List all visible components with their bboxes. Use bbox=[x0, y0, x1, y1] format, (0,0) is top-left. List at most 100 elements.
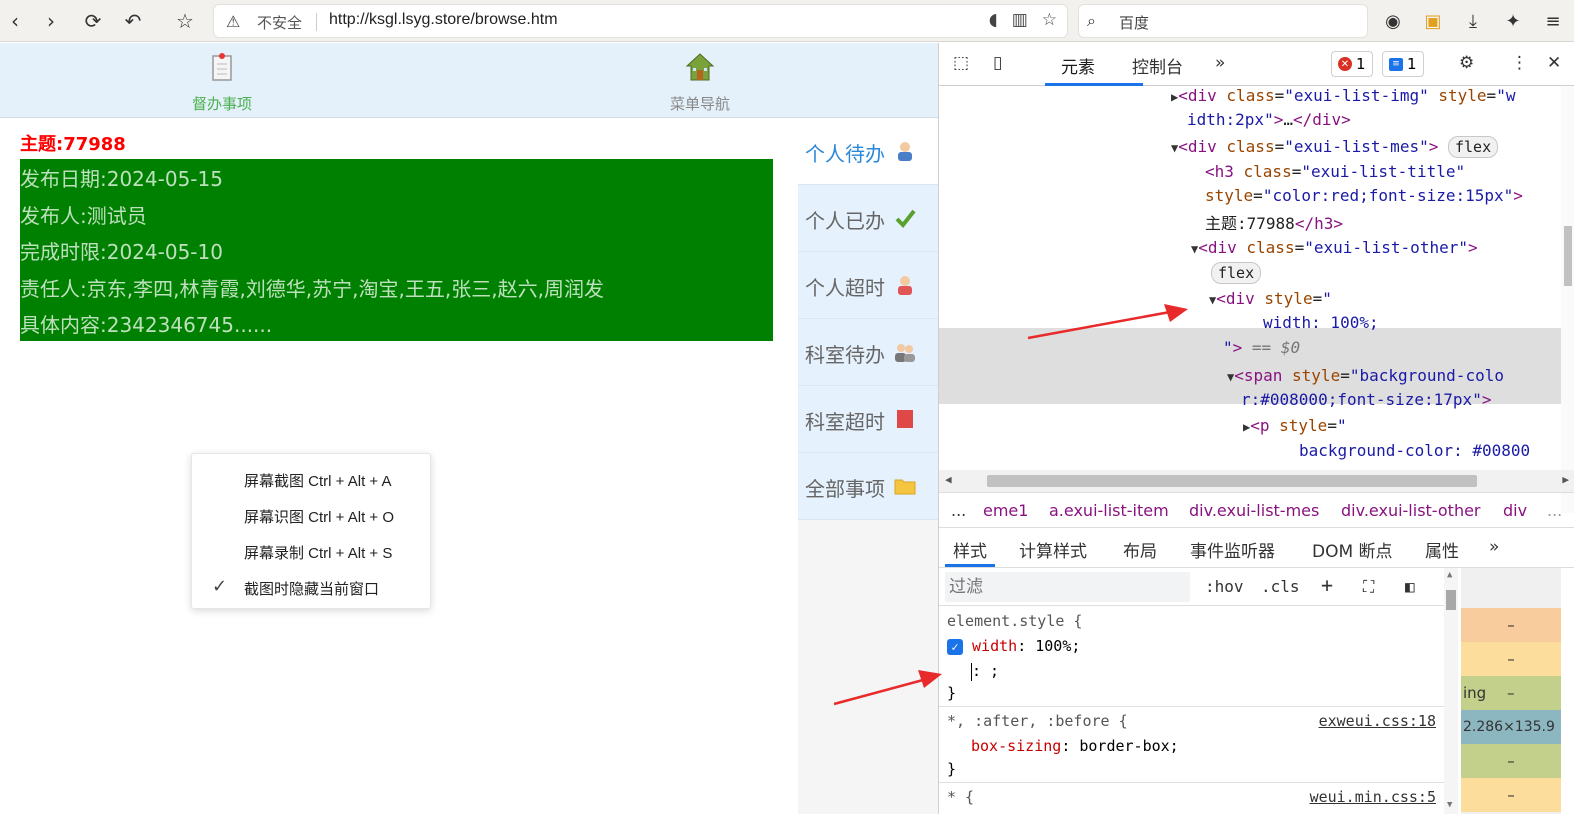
error-badge[interactable]: ✕ 1 bbox=[1331, 51, 1373, 77]
tab-styles[interactable]: 样式 bbox=[953, 537, 987, 562]
warning-icon: ⚠ bbox=[226, 12, 241, 31]
more-menu-icon[interactable]: ⋮ bbox=[1511, 53, 1528, 73]
ctx-item-screenshot[interactable]: 屏幕截图 Ctrl + Alt + A bbox=[192, 454, 432, 490]
side-item-label: 个人超时 bbox=[805, 276, 885, 300]
style-property-box-sizing[interactable]: box-sizing: border-box; bbox=[971, 737, 1179, 755]
dom-horizontal-scrollbar[interactable]: ◀ ▶ bbox=[939, 470, 1574, 492]
box-margin: – bbox=[1461, 608, 1561, 642]
tab-properties[interactable]: 属性 bbox=[1425, 537, 1459, 562]
error-icon: ✕ bbox=[1338, 57, 1352, 71]
breadcrumb-item[interactable]: div bbox=[1503, 501, 1527, 520]
check-icon: ✓ bbox=[212, 576, 228, 597]
forward-icon[interactable]: › bbox=[36, 6, 66, 36]
tab-console[interactable]: 控制台 bbox=[1132, 53, 1183, 78]
dom-vertical-scrollbar[interactable] bbox=[1561, 86, 1574, 513]
styles-scrollbar[interactable]: ▲ ▼ bbox=[1444, 568, 1458, 814]
favorite-add-icon[interactable]: ☆ bbox=[1042, 10, 1057, 30]
top-tab-bar: 督办事项 菜单导航 bbox=[0, 43, 938, 118]
checkbox-checked[interactable]: ✓ bbox=[947, 638, 963, 655]
reload-icon[interactable]: ⟳ bbox=[78, 6, 108, 36]
back-icon[interactable]: ‹ bbox=[0, 6, 30, 36]
more-tabs-icon[interactable]: » bbox=[1489, 537, 1499, 557]
tab-layout[interactable]: 布局 bbox=[1123, 537, 1157, 562]
dom-node-span[interactable]: ▼<span style="background-colo bbox=[1227, 366, 1504, 385]
browser-toolbar: ‹ › ⟳ ↶ ☆ ⚠ 不安全 http://ksgl.lsyg.store/b… bbox=[0, 0, 1574, 42]
tab-computed[interactable]: 计算样式 bbox=[1019, 537, 1087, 562]
hov-button[interactable]: :hov bbox=[1205, 577, 1244, 596]
inspect-icon[interactable]: ⬚ bbox=[953, 53, 969, 73]
paint-icon[interactable]: ⛶ bbox=[1363, 577, 1374, 597]
dom-node-list-other[interactable]: ▼<div class="exui-list-other"> bbox=[1191, 238, 1478, 257]
tab-menu-nav[interactable]: 菜单导航 bbox=[600, 43, 800, 118]
ctx-item-screen-record[interactable]: 屏幕录制 Ctrl + Alt + S bbox=[192, 526, 432, 562]
style-property-width[interactable]: ✓ width: 100%; bbox=[947, 637, 1080, 655]
camera-icon[interactable]: ◉ bbox=[1378, 6, 1408, 36]
side-item-dept-todo[interactable]: 科室待办 bbox=[798, 319, 938, 386]
search-input[interactable]: 百度 bbox=[1119, 12, 1149, 33]
menu-icon[interactable]: ≡ bbox=[1538, 6, 1568, 36]
dom-node-list-img[interactable]: ▶<div class="exui-list-img" style="w bbox=[1171, 86, 1515, 105]
dom-node-selected-end: "> == $0 bbox=[1223, 338, 1301, 357]
detail-deadline: 完成时限:2024-05-10 bbox=[20, 240, 223, 264]
collections-icon[interactable]: ▣ bbox=[1418, 6, 1448, 36]
ctx-label: 截图时隐藏当前窗口 bbox=[244, 581, 380, 598]
breadcrumb-item[interactable]: div.exui-list-other bbox=[1341, 501, 1481, 520]
style-edit-line[interactable]: : ; bbox=[971, 662, 999, 681]
more-tabs-icon[interactable]: » bbox=[1215, 53, 1225, 73]
breadcrumb-more[interactable]: ... bbox=[951, 501, 966, 520]
dom-node-list-mes[interactable]: ▼<div class="exui-list-mes"> flex bbox=[1171, 136, 1499, 158]
source-link[interactable]: weui.min.css:5 bbox=[1310, 788, 1436, 806]
side-item-personal-todo[interactable]: 个人待办 bbox=[798, 118, 938, 185]
settings-gear-icon[interactable]: ⚙ bbox=[1459, 53, 1474, 73]
box-content-size: 2.286×135.9 bbox=[1461, 710, 1561, 744]
tab-elements[interactable]: 元素 bbox=[1061, 53, 1095, 78]
message-icon: ≡ bbox=[1389, 57, 1403, 71]
extensions-icon[interactable]: ✦ bbox=[1498, 6, 1528, 36]
ctx-item-image-recognition[interactable]: 屏幕识图 Ctrl + Alt + O bbox=[192, 490, 432, 526]
ctx-label: 屏幕录制 Ctrl + Alt + S bbox=[244, 545, 393, 562]
detail-box[interactable]: 发布日期:2024-05-15 发布人:测试员 完成时限:2024-05-10 … bbox=[20, 159, 773, 341]
tab-event-listeners[interactable]: 事件监听器 bbox=[1190, 537, 1275, 562]
house-icon bbox=[685, 53, 715, 81]
flex-badge[interactable]: flex bbox=[1211, 262, 1262, 284]
side-item-personal-done[interactable]: 个人已办 bbox=[798, 185, 938, 252]
breadcrumb-more[interactable]: ... bbox=[1547, 501, 1562, 520]
cls-button[interactable]: .cls bbox=[1261, 577, 1300, 596]
dom-node-h3[interactable]: <h3 class="exui-list-title" bbox=[1205, 162, 1465, 181]
read-aloud-icon[interactable]: ◖ bbox=[989, 10, 998, 30]
dom-node-p[interactable]: ▶<p style=" bbox=[1243, 416, 1347, 435]
person-red-icon bbox=[898, 276, 912, 295]
rule-close-brace: } bbox=[947, 684, 957, 702]
breadcrumb-item[interactable]: div.exui-list-mes bbox=[1189, 501, 1319, 520]
undo-icon[interactable]: ↶ bbox=[118, 6, 148, 36]
rule-star-selector: * { bbox=[947, 788, 975, 806]
side-item-label: 科室超时 bbox=[805, 410, 885, 434]
address-bar[interactable]: ⚠ 不安全 http://ksgl.lsyg.store/browse.htm … bbox=[213, 4, 1068, 38]
scroll-right-icon[interactable]: ▶ bbox=[1562, 473, 1569, 486]
scroll-left-icon[interactable]: ◀ bbox=[945, 473, 952, 486]
sidebar-toggle-icon[interactable]: ◧ bbox=[1405, 577, 1415, 596]
search-box[interactable]: ⌕ 百度 bbox=[1078, 4, 1368, 38]
tab-supervision[interactable]: 督办事项 bbox=[122, 43, 322, 118]
close-icon[interactable]: ✕ bbox=[1547, 53, 1561, 73]
dom-node-selected-div[interactable]: ▼<div style=" bbox=[1209, 289, 1332, 308]
box-padding: ing – bbox=[1461, 676, 1561, 710]
url-text[interactable]: http://ksgl.lsyg.store/browse.htm bbox=[329, 11, 558, 29]
message-badge[interactable]: ≡ 1 bbox=[1382, 51, 1424, 77]
breadcrumb-item[interactable]: eme1 bbox=[983, 501, 1028, 520]
add-rule-icon[interactable]: + bbox=[1321, 573, 1333, 597]
flex-badge[interactable]: flex bbox=[1448, 136, 1499, 158]
url-divider bbox=[316, 13, 317, 31]
device-toggle-icon[interactable]: ▯ bbox=[993, 53, 1002, 73]
tab-dom-breakpoints[interactable]: DOM 断点 bbox=[1312, 537, 1393, 562]
download-icon[interactable]: ⤓ bbox=[1458, 6, 1488, 36]
side-item-dept-overdue[interactable]: 科室超时 bbox=[798, 386, 938, 453]
reader-icon[interactable]: ▥ bbox=[1012, 10, 1028, 30]
ctx-item-hide-window[interactable]: ✓ 截图时隐藏当前窗口 bbox=[192, 562, 432, 598]
source-link[interactable]: exweui.css:18 bbox=[1319, 712, 1436, 730]
star-icon[interactable]: ☆ bbox=[170, 6, 200, 36]
side-item-all[interactable]: 全部事项 bbox=[798, 453, 938, 520]
filter-input[interactable] bbox=[945, 572, 1190, 602]
breadcrumb-item[interactable]: a.exui-list-item bbox=[1049, 501, 1169, 520]
side-item-personal-overdue[interactable]: 个人超时 bbox=[798, 252, 938, 319]
